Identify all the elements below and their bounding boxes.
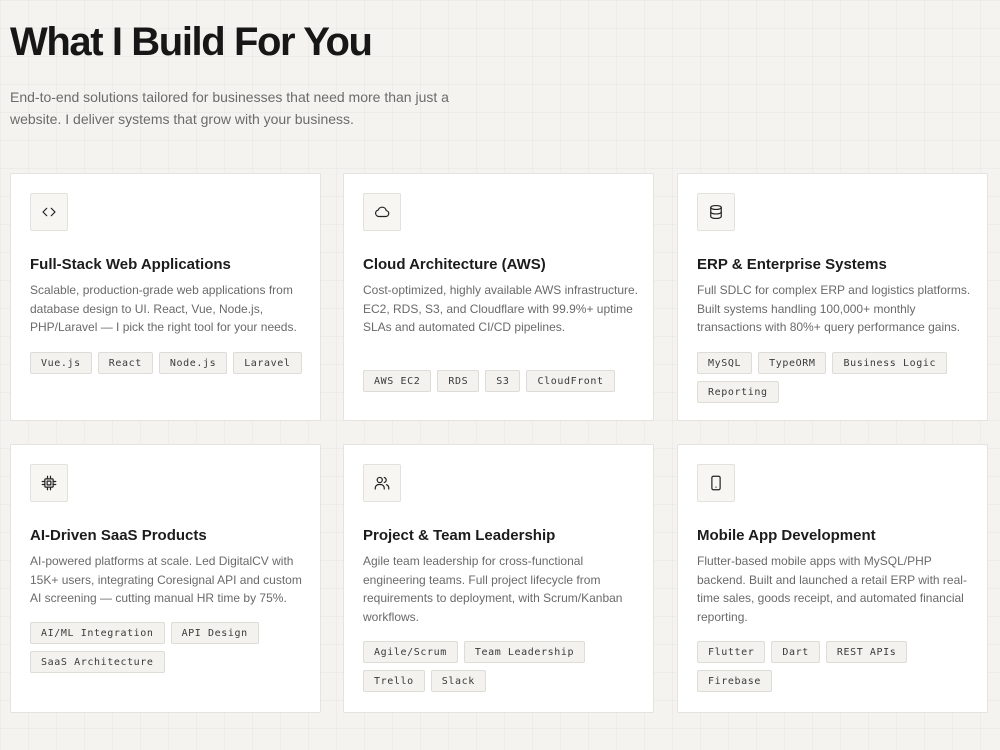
tag-list: MySQL TypeORM Business Logic Reporting [697,352,982,403]
tech-tag: API Design [170,622,259,644]
tech-tag: Laravel [233,352,302,374]
tech-tag: AI/ML Integration [30,622,165,644]
section-title: What I Build For You [10,20,373,64]
tech-tag: Reporting [697,381,779,403]
card-description: Scalable, production-grade web applicati… [30,283,297,335]
tech-tag: Agile/Scrum [363,641,458,663]
card-description: Flutter-based mobile apps with MySQL/PHP… [697,554,967,624]
tech-tag: Business Logic [832,352,948,374]
cloud-icon [363,193,401,231]
tag-list: AWS EC2 RDS S3 CloudFront [363,370,648,392]
tag-list: AI/ML Integration API Design SaaS Archit… [30,622,315,673]
tech-tag: Team Leadership [463,641,586,663]
tech-tag: REST APIs [825,641,908,663]
card-title: ERP & Enterprise Systems [697,256,887,273]
card-title: Mobile App Development [697,527,876,544]
users-icon [363,464,401,502]
tech-tag: React [97,352,153,374]
tech-tag: AWS EC2 [363,370,432,392]
card-title: Full-Stack Web Applications [30,256,231,273]
tech-tag: SaaS Architecture [30,651,165,673]
section-subtitle: End-to-end solutions tailored for busine… [10,89,449,127]
tech-tag: CloudFront [526,370,615,392]
service-card-ai-saas: AI-Driven SaaS Products AI-powered platf… [10,444,321,713]
tech-tag: MySQL [697,352,753,374]
card-description: AI-powered platforms at scale. Led Digit… [30,554,302,606]
cpu-icon [30,464,68,502]
tag-list: Agile/Scrum Team Leadership Trello Slack [363,641,648,692]
card-title: AI-Driven SaaS Products [30,527,207,544]
tech-tag: S3 [485,370,521,392]
smartphone-icon [697,464,735,502]
tech-tag: Node.js [158,352,228,374]
tech-tag: Firebase [697,670,772,692]
tech-tag: Slack [430,670,486,692]
service-card-leadership: Project & Team Leadership Agile team lea… [343,444,654,713]
service-card-full-stack: Full-Stack Web Applications Scalable, pr… [10,173,321,421]
service-card-cloud: Cloud Architecture (AWS) Cost-optimized,… [343,173,654,421]
database-icon [697,193,735,231]
card-description: Full SDLC for complex ERP and logistics … [697,283,971,335]
service-card-mobile: Mobile App Development Flutter-based mob… [677,444,988,713]
card-description: Agile team leadership for cross-function… [363,554,623,624]
tech-tag: RDS [437,370,480,392]
tag-list: Vue.js React Node.js Laravel [30,352,315,374]
card-title: Project & Team Leadership [363,527,556,544]
card-description: Cost-optimized, highly available AWS inf… [363,283,639,335]
card-title: Cloud Architecture (AWS) [363,256,546,273]
tech-tag: Trello [363,670,425,692]
service-card-erp: ERP & Enterprise Systems Full SDLC for c… [677,173,988,421]
tech-tag: Flutter [697,641,766,663]
tech-tag: Dart [771,641,820,663]
tag-list: Flutter Dart REST APIs Firebase [697,641,982,692]
tech-tag: TypeORM [758,352,827,374]
tech-tag: Vue.js [30,352,92,374]
code-icon [30,193,68,231]
